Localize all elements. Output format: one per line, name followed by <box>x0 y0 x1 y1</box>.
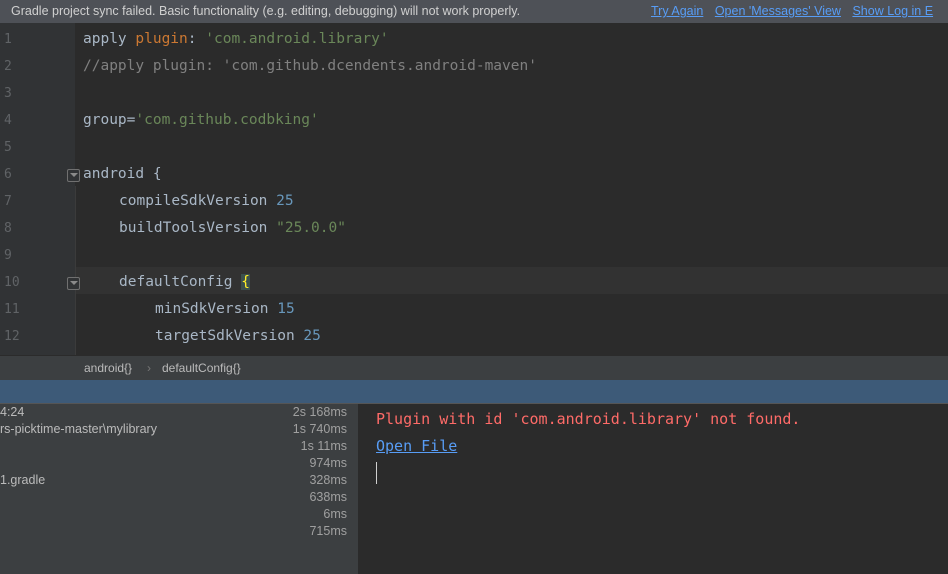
code-line-2: //apply plugin: 'com.github.dcendents.an… <box>83 58 537 74</box>
breadcrumb: android{} › defaultConfig{} <box>0 355 948 381</box>
text-caret <box>376 462 377 484</box>
code-line-11: minSdkVersion 15 <box>155 301 295 317</box>
code-editor[interactable]: 1 2 3 4 5 6 7 8 9 10 11 12 apply plugin:… <box>0 23 948 355</box>
code-line-1: apply plugin: 'com.android.library' <box>83 31 389 47</box>
line-number: 4 <box>4 113 12 128</box>
fold-toggle-icon[interactable] <box>67 277 80 290</box>
tree-row[interactable]: 1s 11ms <box>0 439 358 456</box>
try-again-link[interactable]: Try Again <box>651 4 703 18</box>
sync-failed-message: Gradle project sync failed. Basic functi… <box>11 4 521 18</box>
open-file-link[interactable]: Open File <box>376 437 457 455</box>
build-output-console[interactable]: Plugin with id 'com.android.library' not… <box>358 404 948 574</box>
tree-row[interactable]: 974ms <box>0 456 358 473</box>
code-line-10: defaultConfig { <box>119 274 250 290</box>
code-line-12: targetSdkVersion 25 <box>155 328 321 344</box>
line-number: 3 <box>4 86 12 101</box>
line-number: 9 <box>4 248 12 263</box>
line-number: 8 <box>4 221 12 236</box>
line-number: 6 <box>4 167 12 182</box>
line-number: 7 <box>4 194 12 209</box>
tree-row[interactable]: 4:24 2s 168ms <box>0 405 358 422</box>
tree-row[interactable]: 1.gradle 328ms <box>0 473 358 490</box>
tree-row[interactable]: 6ms <box>0 507 358 524</box>
indent-guide <box>75 186 76 355</box>
build-tree-panel[interactable]: 4:24 2s 168ms rs-picktime-master\mylibrar… <box>0 404 358 574</box>
tool-window-header <box>0 380 948 403</box>
banner-links: Try Again Open 'Messages' View Show Log … <box>651 0 941 23</box>
code-line-7: compileSdkVersion 25 <box>119 193 294 209</box>
line-number: 11 <box>4 302 20 317</box>
tree-row[interactable]: 638ms <box>0 490 358 507</box>
tree-row[interactable]: 715ms <box>0 524 358 541</box>
breadcrumb-item-android[interactable]: android{} <box>84 356 132 381</box>
line-number: 5 <box>4 140 12 155</box>
line-number: 1 <box>4 32 12 47</box>
code-line-4: group='com.github.codbking' <box>83 112 319 128</box>
fold-toggle-icon[interactable] <box>67 169 80 182</box>
line-number: 2 <box>4 59 12 74</box>
tree-row[interactable]: rs-picktime-master\mylibrary 1s 740ms <box>0 422 358 439</box>
error-message: Plugin with id 'com.android.library' not… <box>376 410 801 428</box>
breadcrumb-separator-icon: › <box>147 361 151 375</box>
show-log-link[interactable]: Show Log in E <box>852 4 933 18</box>
code-line-6: android { <box>83 166 162 182</box>
line-number: 12 <box>4 329 20 344</box>
breadcrumb-item-defaultconfig[interactable]: defaultConfig{} <box>162 356 241 381</box>
sync-failed-banner: Gradle project sync failed. Basic functi… <box>0 0 948 23</box>
line-number: 10 <box>4 275 20 290</box>
open-messages-view-link[interactable]: Open 'Messages' View <box>715 4 841 18</box>
code-line-8: buildToolsVersion "25.0.0" <box>119 220 346 236</box>
